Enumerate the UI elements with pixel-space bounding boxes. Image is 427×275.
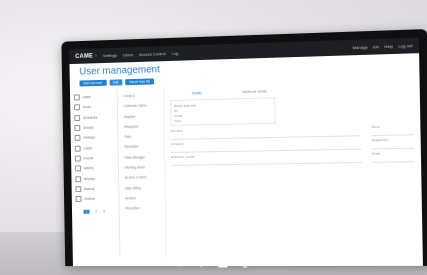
person-icon-svg — [218, 257, 228, 268]
employee-number-field: Employee number — [171, 152, 362, 166]
badge-title: Badge data user — [174, 102, 197, 108]
sidebar-item-label: Archive — [84, 196, 95, 201]
screen-share-icon[interactable] — [238, 255, 252, 269]
add-new-user-button[interactable]: Add new user — [79, 79, 107, 87]
holiday-icon — [74, 135, 81, 142]
header-language[interactable]: EN — [373, 44, 379, 49]
users-icon — [73, 94, 80, 101]
screen-share-icon-svg — [239, 257, 251, 268]
backup-icon — [75, 185, 82, 192]
door-icon — [74, 104, 80, 111]
app-logo[interactable]: CAME › — [75, 53, 97, 60]
header-manage[interactable]: Manage — [353, 44, 368, 50]
company-field: Company — [171, 138, 362, 153]
sidebar-item-label: Groups — [83, 125, 94, 130]
sidebar-item-label: Doors — [82, 105, 92, 110]
sidebar-item-reports[interactable]: Reports — [71, 173, 118, 184]
sidebar-item-label: Alarms — [83, 166, 94, 171]
sidebar-item-archive[interactable]: Archive — [72, 194, 119, 205]
call-controls-bar — [168, 252, 278, 272]
sidebar-item-label: Events — [83, 156, 94, 161]
speaker-icon[interactable] — [172, 255, 186, 269]
list-item[interactable]: Main Office — [119, 183, 165, 194]
surname-field: Surname — [171, 125, 362, 140]
list-item[interactable]: Reception — [120, 203, 166, 214]
sidebar-item-label: Backup — [84, 186, 95, 191]
name-field: Name — [371, 124, 415, 137]
sidebar-item-label: Holidays — [83, 135, 96, 141]
user-list: Group A Customer Name Supplier Reception… — [117, 88, 167, 259]
department-input[interactable] — [371, 141, 415, 150]
report-icon — [75, 175, 82, 182]
page-3-button[interactable]: 3 — [103, 210, 105, 214]
form-row: Employee number Email — [171, 151, 415, 166]
nav-item-access-control[interactable]: Access Control — [139, 51, 166, 57]
laptop: CAME › Settings Users Access Control Log… — [61, 29, 427, 267]
alarm-icon — [75, 165, 82, 172]
laptop-screen: CAME › Settings Users Access Control Log… — [69, 37, 423, 267]
import-button[interactable]: Import from file — [125, 78, 155, 86]
user-form: Surname Name Company Department Employee… — [171, 124, 415, 166]
sidebar-item-label: Reports — [83, 176, 95, 181]
sidebar-item-label: Schedules — [82, 115, 98, 120]
pagination: 1 2 3 — [72, 204, 119, 214]
group-icon — [74, 124, 81, 132]
detail-panel: Details Additional details Badge data us… — [164, 81, 423, 258]
name-input[interactable] — [371, 127, 415, 137]
video-camera-icon-svg — [262, 259, 272, 265]
video-camera-icon[interactable] — [260, 255, 274, 269]
header-spacer — [184, 48, 346, 53]
email-field: Email — [372, 151, 415, 163]
tab-additional-details[interactable]: Additional details — [242, 89, 267, 94]
list-item[interactable]: Access Control — [119, 172, 165, 183]
calendar-icon — [74, 114, 81, 121]
page-1-button[interactable]: 1 — [83, 209, 90, 214]
nav-item-settings[interactable]: Settings — [103, 53, 117, 58]
edit-button[interactable]: Edit — [109, 79, 123, 86]
sidebar-item-backup[interactable]: Backup — [72, 183, 119, 194]
badge-data-box: Badge data user ID Group Type — [170, 97, 276, 126]
header-help[interactable]: Help — [384, 44, 393, 49]
department-field: Department — [371, 137, 415, 150]
content-area: Users Doors Schedules Groups Holidays Ca… — [69, 81, 423, 259]
badge-row: Type — [174, 116, 271, 123]
list-item[interactable]: Pass Manager — [119, 152, 165, 163]
tab-details[interactable]: Details — [192, 91, 202, 95]
email-input[interactable] — [372, 154, 415, 163]
sidebar-item-label: Cards — [83, 146, 92, 151]
archive-icon — [75, 196, 82, 203]
badge-id-label: ID — [174, 108, 178, 113]
nav-item-log[interactable]: Log — [172, 51, 179, 56]
microphone-icon[interactable] — [194, 255, 208, 269]
speaker-icon-svg — [174, 257, 185, 267]
header-logout[interactable]: Log out — [398, 43, 412, 49]
photo-scene: CAME › Settings Users Access Control Log… — [0, 0, 427, 275]
page-2-button[interactable]: 2 — [95, 210, 97, 214]
card-icon — [74, 145, 81, 152]
sidebar-item-alarms[interactable]: Alarms — [71, 163, 118, 174]
badge-type-label: Type — [174, 118, 181, 123]
badge-group-label: Group — [174, 113, 183, 118]
microphone-icon-svg — [197, 257, 205, 267]
header-right: Manage EN Help Log out — [353, 43, 413, 50]
list-item[interactable]: Working hours — [119, 162, 165, 173]
events-icon — [74, 155, 81, 162]
list-item[interactable]: Archive — [119, 193, 165, 204]
sidebar-item-label: Users — [82, 95, 91, 100]
sidebar: Users Doors Schedules Groups Holidays Ca… — [69, 89, 121, 259]
person-icon[interactable] — [216, 255, 230, 269]
nav-item-users[interactable]: Users — [123, 52, 133, 57]
